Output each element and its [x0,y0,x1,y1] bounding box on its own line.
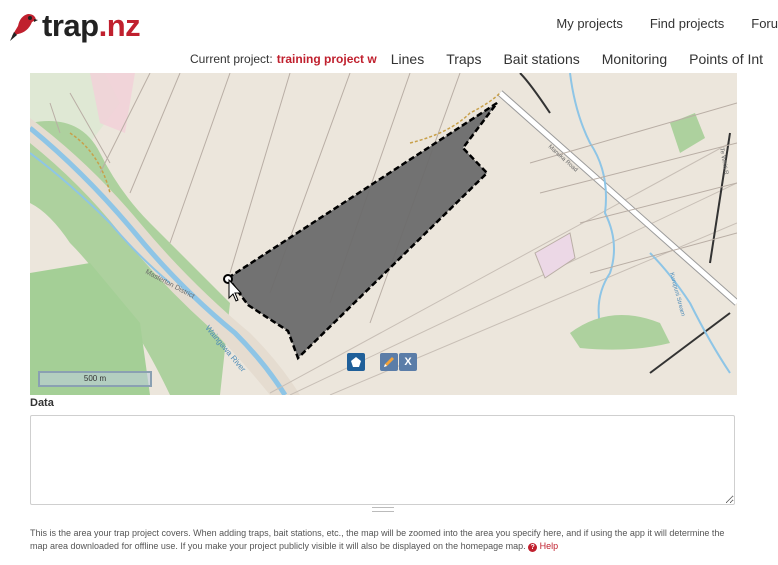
question-icon: ? [528,543,538,552]
top-nav: My projects Find projects Foru [556,16,778,31]
map[interactable]: Masterton District Waingawa River Manuka… [30,73,737,395]
map-scale: 500 m [38,371,152,387]
edit-pencil-icon [384,357,394,367]
map-canvas[interactable]: Masterton District Waingawa River Manuka… [30,73,737,395]
current-project-name[interactable]: training project w [277,52,377,66]
nav-find-projects[interactable]: Find projects [650,16,724,31]
logo-text: trap.nz [42,8,141,43]
draw-polygon-button[interactable] [347,353,365,371]
help-description: This is the area your trap project cover… [30,528,725,551]
tab-traps[interactable]: Traps [446,51,481,67]
data-textarea[interactable] [30,415,735,505]
tab-bait-stations[interactable]: Bait stations [503,51,579,67]
help-text: This is the area your trap project cover… [30,527,740,553]
resize-grip[interactable] [372,507,394,512]
delete-polygon-button[interactable]: X [399,353,417,371]
project-bar: Current project: training project w Line… [190,51,763,67]
logo[interactable]: trap.nz [8,6,141,46]
tab-lines[interactable]: Lines [391,51,424,67]
nav-my-projects[interactable]: My projects [556,16,622,31]
pentagon-icon [351,357,361,367]
nav-forum[interactable]: Foru [751,16,778,31]
bird-logo-icon [10,14,38,41]
tab-points-of-interest[interactable]: Points of Int [689,51,763,67]
tab-monitoring[interactable]: Monitoring [602,51,667,67]
help-link[interactable]: ? Help [528,541,558,552]
edit-polygon-button[interactable] [380,353,398,371]
data-label: Data [30,397,54,409]
current-project-label: Current project: [190,52,273,66]
